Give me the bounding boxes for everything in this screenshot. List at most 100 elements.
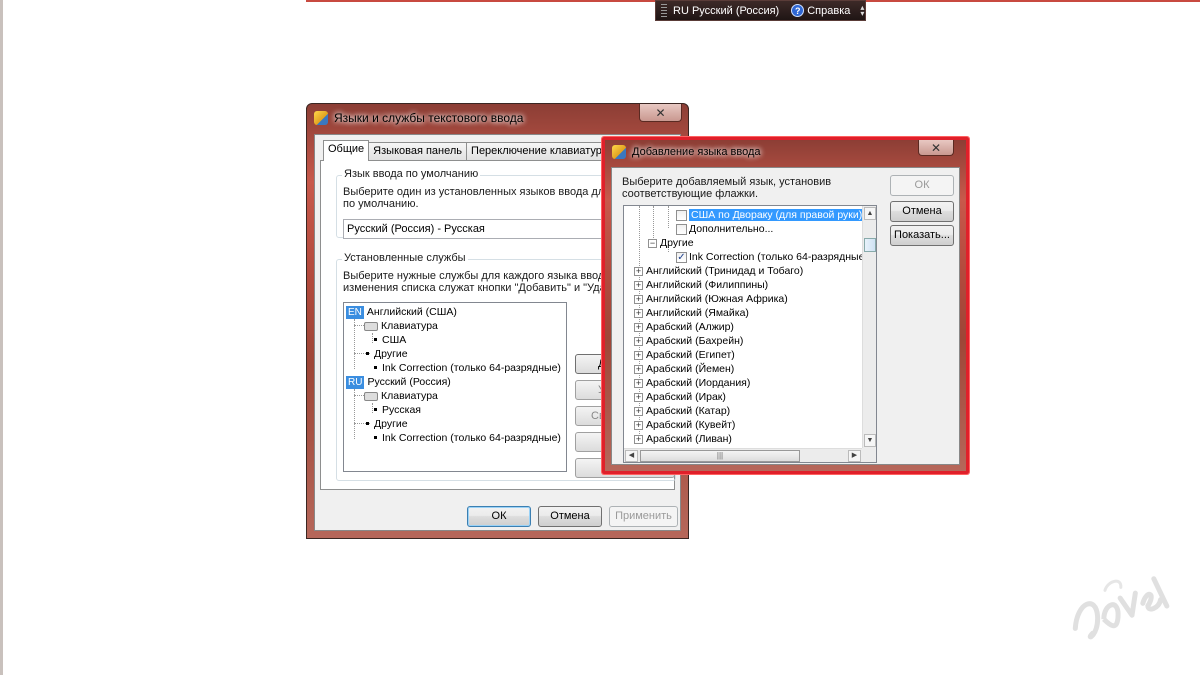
tree-item-language[interactable]: + Арабский (Кувейт) [634, 418, 735, 432]
scroll-up-icon[interactable]: ▲ [864, 207, 876, 220]
scroll-corner [862, 448, 876, 462]
expand-icon[interactable]: + [634, 406, 643, 416]
scroll-left-icon[interactable]: ◀ [625, 450, 638, 462]
scroll-thumb[interactable] [864, 238, 876, 252]
tree-item-english-us[interactable]: EN Английский (США) [346, 305, 457, 319]
scroll-thumb[interactable]: ||| [640, 450, 800, 462]
help-icon[interactable]: ? [791, 4, 805, 17]
bullet-icon [374, 337, 377, 341]
expand-icon[interactable]: + [634, 266, 643, 276]
options-arrow-icon[interactable]: ▴ ▾ [860, 3, 864, 17]
horizontal-scrollbar[interactable]: ◀ ||| ▶ [624, 448, 862, 462]
tree-item-label: Английский (Ямайка) [646, 307, 749, 319]
expand-icon[interactable]: + [634, 294, 643, 304]
tree-item-ink-correction[interactable]: Ink Correction (только 64-разрядные) [374, 361, 561, 375]
keyboard-app-icon [314, 111, 328, 125]
ok-button[interactable]: ОК [890, 175, 954, 196]
expand-icon[interactable]: + [634, 434, 643, 444]
tree-item-dvorak-right[interactable]: США по Двораку (для правой руки) [676, 208, 865, 222]
checkbox[interactable] [676, 209, 687, 221]
title-bar[interactable]: Языки и службы текстового ввода [307, 104, 688, 132]
checkbox[interactable] [676, 223, 687, 235]
tree-item-keyboard[interactable]: Клавиатура [364, 319, 438, 333]
show-button[interactable]: Показать... [890, 225, 954, 246]
expand-icon[interactable]: + [634, 378, 643, 388]
tree-item-language[interactable]: + Английский (Ямайка) [634, 306, 749, 320]
tree-item-label: Арабский (Бахрейн) [646, 335, 744, 347]
background-strip [866, 0, 1200, 2]
language-tree[interactable]: США по Двораку (для правой руки) Дополни… [623, 205, 877, 463]
default-language-label: Язык ввода по умолчанию [342, 168, 481, 180]
tree-item-label: Клавиатура [381, 390, 438, 402]
tree-item-label: Русская [382, 404, 421, 416]
tab-strip: Общие Языковая панель Переключение клави… [323, 140, 615, 161]
ok-button[interactable]: ОК [467, 506, 531, 527]
tree-item-keyboard[interactable]: Клавиатура [364, 389, 438, 403]
tree-item-russian[interactable]: RU Русский (Россия) [346, 375, 451, 389]
cancel-button[interactable]: Отмена [538, 506, 602, 527]
collapse-icon[interactable]: − [648, 238, 657, 248]
tab-language-bar[interactable]: Языковая панель [368, 142, 468, 161]
tree-item-language[interactable]: + Арабский (Бахрейн) [634, 334, 743, 348]
expand-icon[interactable]: + [634, 322, 643, 332]
tree-item-language[interactable]: + Арабский (Йемен) [634, 362, 734, 376]
cancel-button[interactable]: Отмена [890, 201, 954, 222]
tree-item-other[interactable]: − Другие [648, 236, 694, 250]
expand-icon[interactable]: + [634, 420, 643, 430]
close-button[interactable]: ✕ [918, 140, 954, 156]
tree-item-us-layout[interactable]: США [374, 333, 406, 347]
tree-item-label: Арабский (Египет) [646, 349, 735, 361]
vertical-scrollbar[interactable]: ▲ ▼ [862, 206, 876, 448]
tree-item-language[interactable]: + Английский (Филиппины) [634, 278, 768, 292]
tree-item-label: Клавиатура [381, 320, 438, 332]
tree-item-other[interactable]: Другие [366, 347, 408, 361]
expand-icon[interactable]: + [634, 280, 643, 290]
add-language-description-2: соответствующие флажки. [622, 188, 759, 200]
tree-item-language[interactable]: + Арабский (Египет) [634, 348, 735, 362]
tab-general[interactable]: Общие [323, 140, 370, 161]
checkbox-checked[interactable]: ✓ [676, 251, 687, 263]
expand-icon[interactable]: + [634, 308, 643, 318]
tree-item-language[interactable]: + Арабский (Ирак) [634, 390, 726, 404]
lang-tag-ru: RU [346, 376, 365, 389]
expand-icon[interactable]: + [634, 350, 643, 360]
tree-item-label: Арабский (Катар) [646, 405, 731, 417]
tree-item-label: Дополнительно... [689, 223, 774, 235]
title-bar[interactable]: Добавление языка ввода [605, 140, 966, 164]
grip-handle[interactable] [661, 4, 667, 17]
tree-item-language[interactable]: + Арабский (Катар) [634, 404, 730, 418]
help-link[interactable]: Справка [807, 5, 850, 17]
expand-icon[interactable]: + [634, 336, 643, 346]
bullet-icon [374, 407, 377, 411]
tree-item-label: Арабский (Кувейт) [646, 419, 736, 431]
scroll-down-icon[interactable]: ▼ [864, 434, 876, 447]
language-indicator[interactable]: RU Русский (Россия) [673, 5, 779, 17]
language-bar[interactable]: RU Русский (Россия) ? Справка ▴ ▾ [655, 0, 866, 21]
tree-item-language[interactable]: + Английский (Тринидад и Тобаго) [634, 264, 803, 278]
tab-keyboard-switch[interactable]: Переключение клавиатуры [466, 142, 615, 161]
bullet-icon [374, 435, 377, 439]
tree-item-other[interactable]: Другие [366, 417, 408, 431]
tree-item-language[interactable]: + Арабский (Ливан) [634, 432, 732, 446]
tree-item-label: Английский (Южная Африка) [646, 293, 788, 305]
tree-item-ink-correction[interactable]: Ink Correction (только 64-разрядные) [374, 431, 561, 445]
dialog-title: Добавление языка ввода [632, 146, 761, 158]
close-button[interactable]: ✕ [639, 104, 682, 122]
services-tree[interactable]: EN Английский (США) Клавиатура США Другие… [343, 302, 567, 472]
keyboard-app-icon [612, 145, 626, 159]
apply-button[interactable]: Применить [609, 506, 678, 527]
tree-item-label: Арабский (Иордания) [646, 377, 751, 389]
tree-item-label: Другие [374, 348, 408, 360]
tree-item-language[interactable]: + Английский (Южная Африка) [634, 292, 788, 306]
tree-item-language[interactable]: + Арабский (Алжир) [634, 320, 734, 334]
tree-item-more[interactable]: Дополнительно... [676, 222, 773, 236]
scroll-right-icon[interactable]: ▶ [848, 450, 861, 462]
tree-item-label: Русский (Россия) [367, 376, 451, 388]
tree-item-language[interactable]: + Арабский (Иордания) [634, 376, 750, 390]
expand-icon[interactable]: + [634, 392, 643, 402]
watermark-logo [1072, 576, 1170, 640]
expand-icon[interactable]: + [634, 364, 643, 374]
tree-item-russian-layout[interactable]: Русская [374, 403, 421, 417]
add-input-language-dialog: Добавление языка ввода ✕ Выберите добавл… [602, 137, 969, 474]
tree-item-ink-correction[interactable]: ✓ Ink Correction (только 64-разрядные) [676, 250, 868, 264]
